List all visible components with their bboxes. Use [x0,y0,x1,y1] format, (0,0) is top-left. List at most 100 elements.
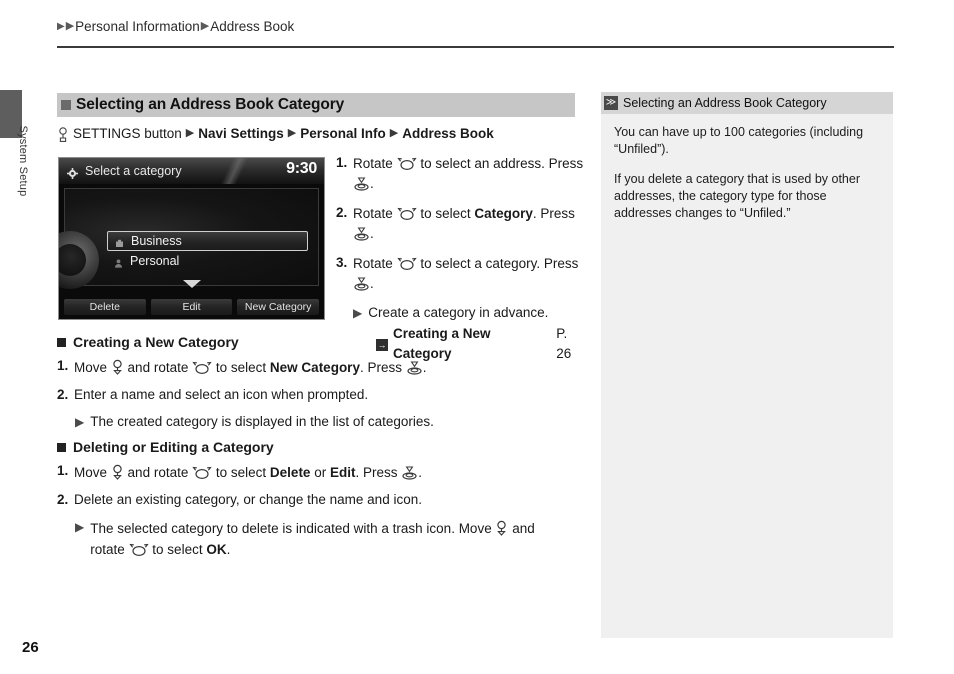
step-number: 1. [57,463,69,478]
instruction-steps: 1. Rotate to select an address. Press . [336,153,586,364]
step-object: to select an address. [420,156,545,171]
press-knob-icon [353,177,370,191]
step-note: ▶ The created category is displayed in t… [75,412,577,432]
note-arrow-icon: ▶ [75,520,85,534]
subsection-heading-creating: Creating a New Category [57,334,239,350]
note-connector: to select [152,542,203,557]
step-press-verb: . Press [359,360,402,375]
breadcrumb-item-address-book: Address Book [210,19,295,34]
side-note-body: You can have up to 100 categories (inclu… [601,114,893,222]
list-item[interactable]: Business [107,231,308,251]
move-knob-icon [111,464,124,480]
step-connector: to select [215,360,267,375]
step-verb: Rotate [353,156,393,171]
step-verb-rotate: and rotate [127,465,189,480]
step-3: 3. Rotate to select a category. Press . [336,253,586,294]
step-text: Move and rotate to select Delete or Edit [74,461,577,483]
step-object-pre: to select [420,206,471,221]
step-number: 2. [57,492,69,507]
press-knob-icon [406,361,423,375]
knob-graphic-icon [59,231,99,289]
step-period: . [418,465,423,480]
press-knob-icon [401,466,418,480]
reference-arrow-icon: → [376,339,388,351]
list-item-label: Personal [130,254,180,268]
list-item[interactable]: Personal [107,251,308,271]
note-conjunction: and [512,521,535,536]
subsection-title: Deleting or Editing a Category [73,439,274,455]
note-period: . [226,542,231,557]
step-verb: Rotate [353,206,393,221]
new-category-button[interactable]: New Category [237,299,320,315]
path-arrow-icon: ▶ [185,126,195,139]
scroll-down-chevron-icon[interactable] [182,280,201,288]
step-period: . [370,276,374,291]
breadcrumb-arrow-icon: ▶ [65,20,75,32]
edit-button[interactable]: Edit [150,299,233,315]
page-number: 26 [22,639,39,656]
rotate-knob-icon [396,156,417,171]
step-2: 2. Delete an existing category, or chang… [57,490,577,510]
step-1: 1. Move and rotate to select New Categor… [57,356,577,378]
step-2: 2. Enter a name and select an icon when … [57,385,577,405]
step-note: ▶ Create a category in advance. [353,303,586,323]
step-conjunction: or [314,465,327,480]
section-tab-label: System Setup [17,125,29,197]
settings-button-icon [57,127,69,143]
gear-icon [67,166,78,179]
deleting-steps: 1. Move and rotate to select Delete or E… [57,461,577,560]
side-note-paragraph: If you delete a category that is used by… [614,172,860,220]
step-verb-rotate: and rotate [127,360,189,375]
settings-button-label: SETTINGS button [73,125,182,141]
step-text: Enter a name and select an icon when pro… [74,387,369,402]
path-arrow-icon: ▶ [287,126,297,139]
step-number: 2. [336,205,348,220]
list-item-label: Business [131,234,182,248]
nav-content-panel: Business Personal [59,188,319,289]
path-arrow-icon: ▶ [389,126,399,139]
step-1: 1. Rotate to select an address. Press . [336,153,586,194]
press-knob-icon [353,277,370,291]
move-knob-icon [111,359,124,375]
nav-clock: 9:30 [286,160,317,177]
square-bullet-icon [57,337,66,347]
step-connector: to select [215,465,267,480]
note-arrow-icon: ▶ [75,415,85,429]
path-item-address-book: Address Book [402,125,494,141]
navigation-screen-image: Select a category 9:30 Business Personal… [58,157,325,320]
subsection-heading-deleting: Deleting or Editing a Category [57,439,274,455]
step-number: 3. [336,255,348,270]
square-bullet-icon [57,442,66,452]
step-text: Rotate to select a category. Press . [353,253,586,294]
note-text: The created category is displayed in the… [90,414,434,429]
side-note-header: ≫ Selecting an Address Book Category [601,92,893,114]
step-press-verb: Press [540,206,575,221]
header-divider [57,46,894,48]
step-target-edit: Edit [330,465,356,480]
creating-steps: 1. Move and rotate to select New Categor… [57,356,577,432]
rotate-knob-icon [396,206,417,221]
step-period: . [370,226,374,241]
path-item-navi-settings: Navi Settings [198,125,284,141]
step-number: 1. [336,155,348,170]
subsection-title: Creating a New Category [73,334,239,350]
step-press-verb: . Press [355,465,398,480]
side-note-title: Selecting an Address Book Category [623,96,827,110]
side-note-paragraph: You can have up to 100 categories (inclu… [614,125,864,156]
step-target-delete: Delete [269,465,311,480]
path-item-personal-info: Personal Info [300,125,386,141]
section-title: Selecting an Address Book Category [76,96,345,113]
delete-button[interactable]: Delete [64,299,146,315]
press-knob-icon [353,227,370,241]
step-object: to select a category. [420,256,541,271]
breadcrumb: ▶ ▶ Personal Information ▶ Address Book [57,19,295,34]
breadcrumb-arrow-icon: ▶ [57,20,65,32]
step-period: . [370,176,374,191]
personal-category-icon [113,256,124,268]
nav-title-bar: Select a category 9:30 [59,158,324,184]
step-text: Move and rotate to select New Category. … [74,356,577,378]
double-chevron-icon: ≫ [604,96,618,110]
breadcrumb-arrow-icon: ▶ [200,20,210,32]
menu-path: SETTINGS button ▶ Navi Settings ▶ Person… [57,125,494,143]
step-press-verb: Press [548,156,584,171]
